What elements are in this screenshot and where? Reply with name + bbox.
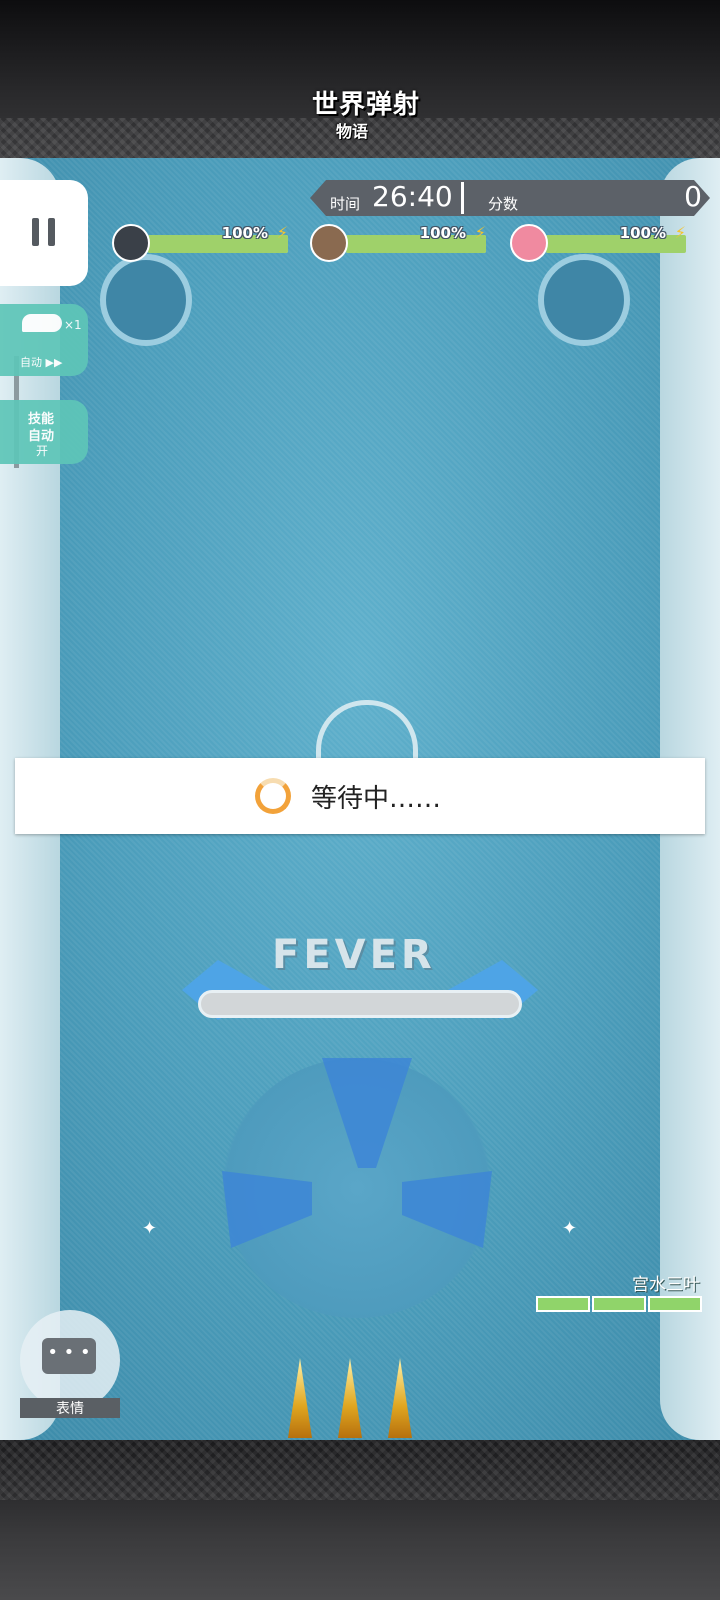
- hp-percent: 100%: [221, 224, 268, 242]
- hud-divider: [461, 182, 464, 214]
- player-hp-segment: [592, 1296, 646, 1312]
- loading-spinner-icon: [255, 778, 291, 814]
- bottom-frame: [0, 1440, 720, 1600]
- pause-button[interactable]: [0, 180, 88, 286]
- logo-title: 世界弹射: [312, 90, 421, 120]
- player-hp-segment: [648, 1296, 702, 1312]
- bolt-icon: ⚡: [674, 223, 686, 242]
- game-logo: 世界弹射 物语: [290, 78, 430, 146]
- fan-platform: [222, 1058, 492, 1318]
- chat-bubble-icon: • • •: [42, 1338, 96, 1374]
- skill-state: 开: [36, 444, 49, 458]
- hp-percent: 100%: [419, 224, 466, 242]
- emote-label: 表情: [56, 1401, 84, 1417]
- bumper-left: [100, 254, 192, 346]
- party-member-2: 100% ⚡: [310, 223, 490, 264]
- auto-label: 自动 ▶▶: [20, 356, 63, 369]
- score-label: 分数: [488, 195, 519, 213]
- bolt-icon: ⚡: [474, 223, 486, 242]
- pause-icon: [32, 218, 39, 246]
- launch-pin: [388, 1358, 412, 1438]
- hp-percent: 100%: [619, 224, 666, 242]
- party-member-1: 100% ⚡: [112, 223, 292, 264]
- launch-icon: [22, 314, 62, 332]
- launch-pin: [288, 1358, 312, 1438]
- sparkle-icon: ✦: [142, 1218, 158, 1239]
- waiting-text: 等待中……: [311, 784, 442, 814]
- time-value: 26:40: [372, 180, 453, 213]
- player-name: 宫水三叶: [632, 1275, 700, 1295]
- bolt-icon: ⚡: [276, 223, 288, 242]
- fever-bar: [198, 990, 522, 1018]
- pause-icon: [48, 218, 55, 246]
- score-value: 0: [684, 180, 702, 213]
- party-member-3: 100% ⚡: [510, 223, 690, 264]
- fan-blade: [322, 1058, 412, 1168]
- bottom-frame-pattern: [0, 1440, 720, 1500]
- avatar: [112, 224, 150, 262]
- emote-button[interactable]: • • •: [20, 1310, 120, 1410]
- time-label: 时间: [330, 195, 361, 213]
- waiting-banner: 等待中……: [15, 758, 705, 834]
- fan-blade: [222, 1171, 312, 1248]
- avatar: [310, 224, 348, 262]
- launch-pin: [338, 1358, 362, 1438]
- auto-count: ×1: [64, 318, 82, 332]
- fan-blade: [402, 1171, 492, 1248]
- logo-subtitle: 物语: [336, 122, 369, 141]
- player-hp-segment: [536, 1296, 590, 1312]
- bumper-right: [538, 254, 630, 346]
- sparkle-icon: ✦: [562, 1218, 578, 1239]
- top-frame: 世界弹射 物语: [0, 0, 720, 158]
- fever-gauge: FEVER: [182, 932, 538, 1048]
- auto-launch-button[interactable]: ×1 自动 ▶▶: [0, 304, 88, 376]
- avatar: [510, 224, 548, 262]
- fever-label: FEVER: [272, 932, 436, 978]
- skill-auto-button[interactable]: 技能 自动 开: [0, 400, 88, 464]
